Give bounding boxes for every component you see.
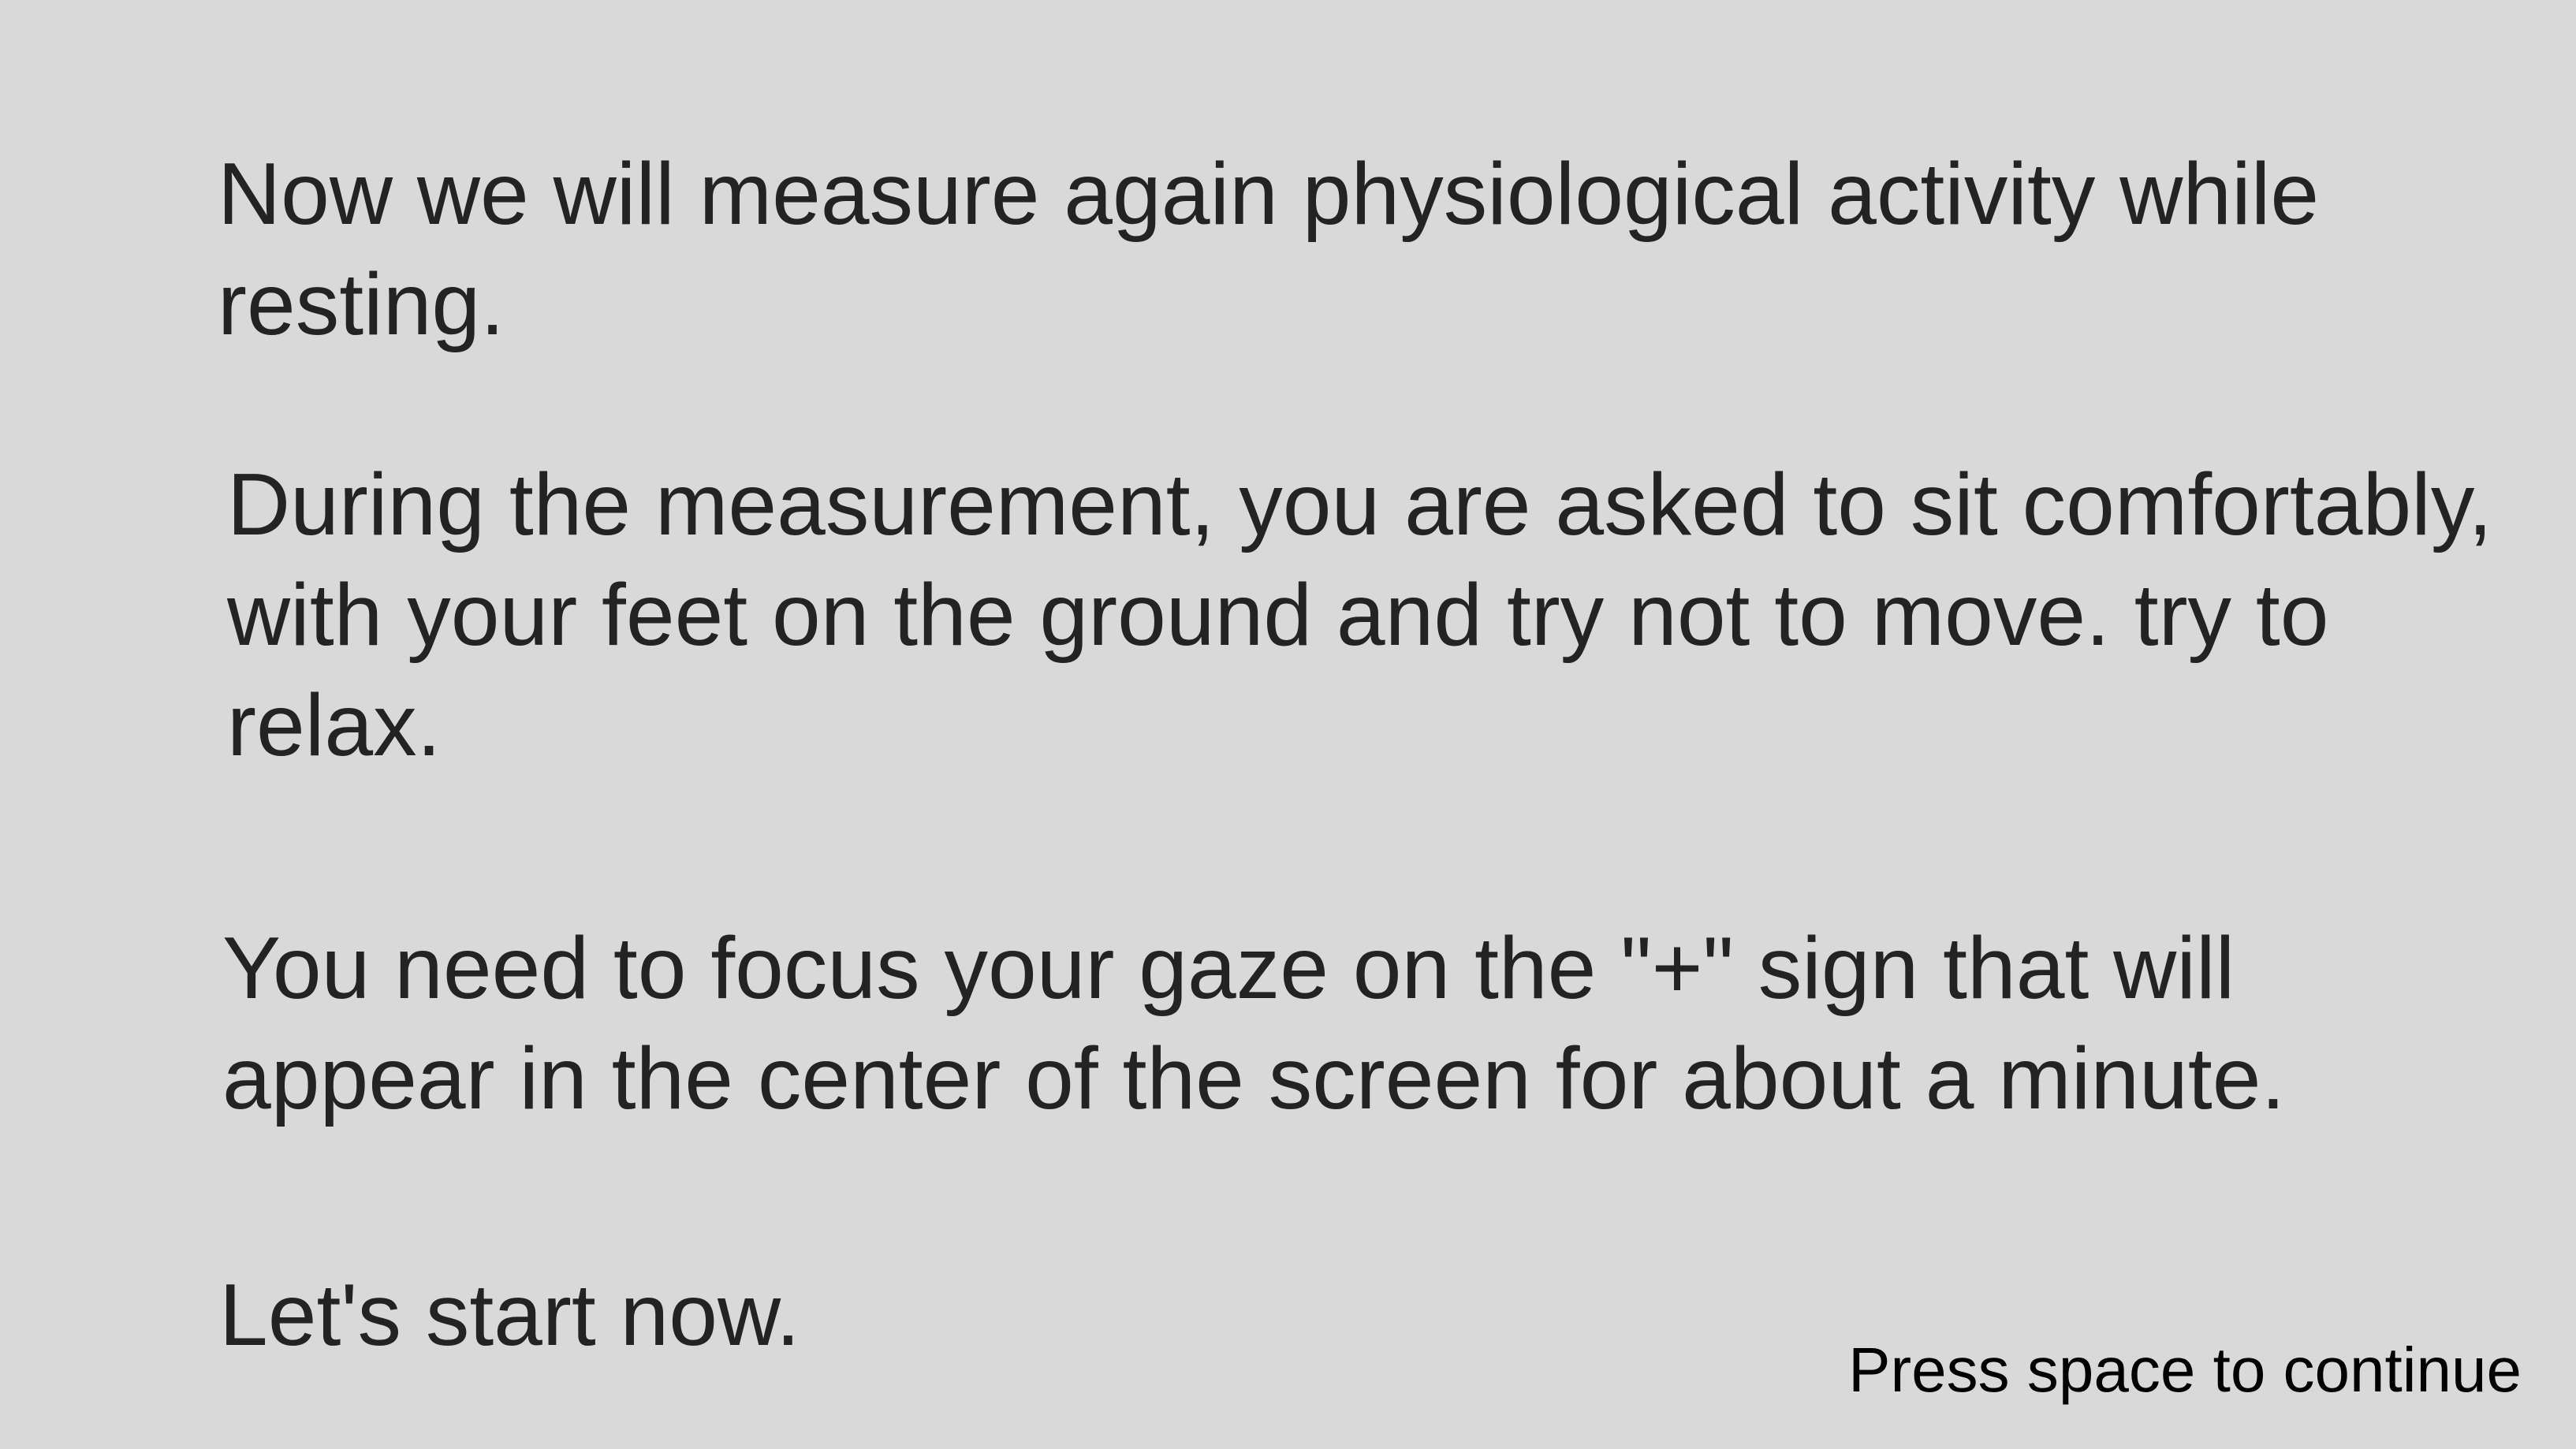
instruction-line: resting. <box>218 255 505 353</box>
instruction-paragraph-start-now: Let's start now. <box>219 1260 800 1370</box>
instruction-paragraph-sit-comfortably: During the measurement, you are asked to… <box>227 449 2492 780</box>
press-space-continue-prompt[interactable]: Press space to continue <box>1848 1331 2522 1410</box>
instruction-line: Let's start now. <box>219 1266 800 1364</box>
instruction-line: relax. <box>227 676 442 774</box>
instruction-paragraph-measure-again: Now we will measure again physiological … <box>218 139 2319 359</box>
instruction-line: You need to focus your gaze on the "+" s… <box>222 919 2235 1017</box>
instruction-line: During the measurement, you are asked to… <box>227 456 2492 553</box>
instruction-line: appear in the center of the screen for a… <box>222 1030 2286 1127</box>
instruction-line: with your feet on the ground and try not… <box>227 566 2329 664</box>
instruction-paragraph-focus-gaze: You need to focus your gaze on the "+" s… <box>222 913 2285 1134</box>
instruction-line: Now we will measure again physiological … <box>218 145 2320 243</box>
